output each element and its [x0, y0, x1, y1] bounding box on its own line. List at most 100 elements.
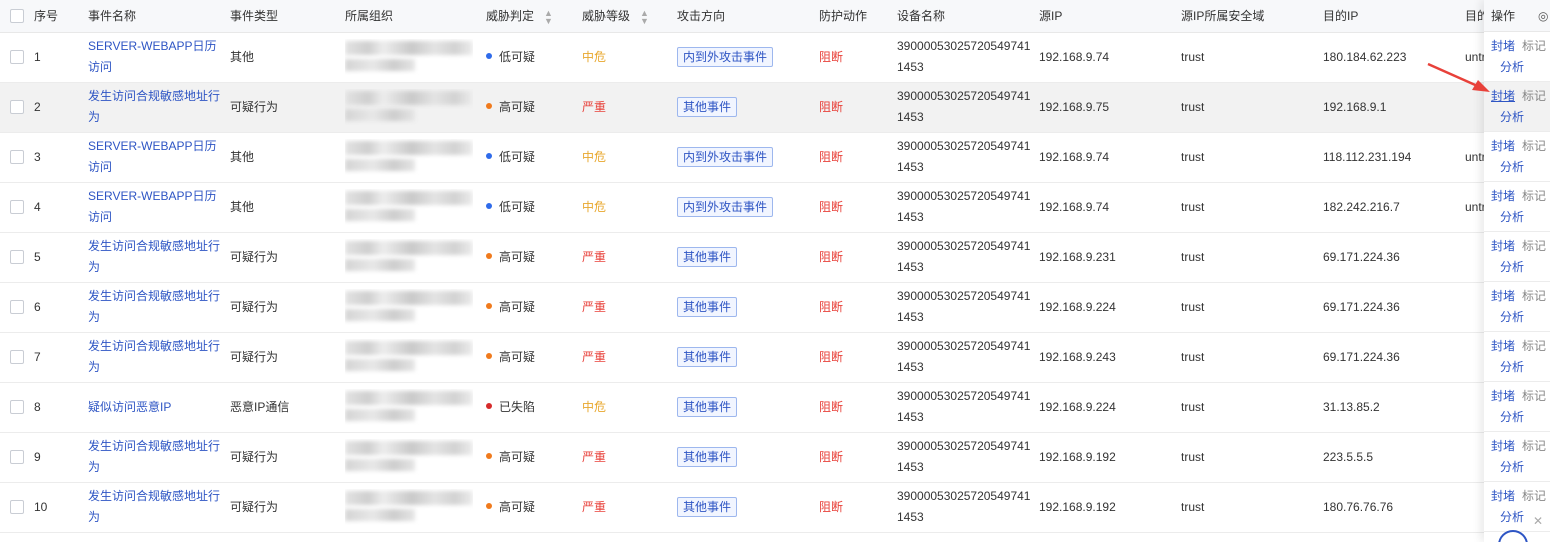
row-checkbox[interactable] — [10, 450, 24, 465]
event-name-link[interactable]: 发生访问合规敏感地址行为 — [88, 286, 228, 328]
block-button[interactable]: 封堵 — [1491, 489, 1515, 503]
block-button[interactable]: 封堵 — [1491, 89, 1515, 103]
close-icon[interactable]: ✕ — [1533, 511, 1543, 532]
row-checkbox[interactable] — [10, 500, 24, 515]
row-checkbox[interactable] — [10, 300, 24, 315]
row-checkbox-cell[interactable] — [0, 482, 34, 532]
table-row[interactable]: 3 SERVER-WEBAPP日历访问 其他 低可疑 中危 内到外攻击事件 阻断… — [0, 132, 1550, 182]
analyze-button[interactable]: 分析 — [1491, 107, 1550, 128]
cell-event-type: 可疑行为 — [230, 499, 279, 514]
analyze-button[interactable]: 分析 — [1491, 307, 1550, 328]
ops-cell: 封堵 标记 分析 — [1484, 32, 1550, 82]
cell-event-name[interactable]: SERVER-WEBAPP日历访问 — [88, 132, 230, 182]
table-row[interactable]: 2 发生访问合规敏感地址行为 可疑行为 高可疑 严重 其他事件 阻断 39000… — [0, 82, 1550, 132]
event-name-link[interactable]: 发生访问合规敏感地址行为 — [88, 236, 228, 278]
event-name-link[interactable]: SERVER-WEBAPP日历访问 — [88, 186, 228, 228]
analyze-button[interactable]: 分析 — [1491, 57, 1550, 78]
mark-button[interactable]: 标记 — [1522, 89, 1546, 103]
redacted-org — [345, 189, 473, 225]
row-checkbox[interactable] — [10, 200, 24, 215]
cell-event-name[interactable]: SERVER-WEBAPP日历访问 — [88, 182, 230, 232]
ops-cell: 封堵 标记 分析 — [1484, 82, 1550, 132]
direction-tag: 内到外攻击事件 — [677, 196, 774, 217]
cell-dst-ip: 69.171.224.36 — [1323, 349, 1400, 364]
analyze-button[interactable]: 分析 — [1491, 157, 1550, 178]
row-checkbox-cell[interactable] — [0, 82, 34, 132]
table-row[interactable]: 10 发生访问合规敏感地址行为 可疑行为 高可疑 严重 其他事件 阻断 3900… — [0, 482, 1550, 532]
event-name-link[interactable]: SERVER-WEBAPP日历访问 — [88, 36, 228, 78]
redacted-org — [345, 39, 473, 75]
row-checkbox[interactable] — [10, 400, 24, 415]
table-row[interactable]: 6 发生访问合规敏感地址行为 可疑行为 高可疑 严重 其他事件 阻断 39000… — [0, 282, 1550, 332]
mark-button[interactable]: 标记 — [1522, 439, 1546, 453]
cell-event-name[interactable]: 发生访问合规敏感地址行为 — [88, 232, 230, 282]
cell-threat-judge: 高可疑 — [486, 332, 582, 382]
row-checkbox-cell[interactable] — [0, 182, 34, 232]
ops-header: 操作 ◎ — [1484, 0, 1550, 32]
sort-icon[interactable]: ▲ ▼ — [544, 8, 553, 25]
event-name-link[interactable]: 发生访问合规敏感地址行为 — [88, 486, 228, 528]
row-checkbox-cell[interactable] — [0, 332, 34, 382]
mark-button[interactable]: 标记 — [1522, 39, 1546, 53]
col-header-src-ip: 源IP — [1039, 0, 1181, 33]
mark-button[interactable]: 标记 — [1522, 239, 1546, 253]
cell-event-name[interactable]: 发生访问合规敏感地址行为 — [88, 432, 230, 482]
block-button[interactable]: 封堵 — [1491, 39, 1515, 53]
table-row[interactable]: 4 SERVER-WEBAPP日历访问 其他 低可疑 中危 内到外攻击事件 阻断… — [0, 182, 1550, 232]
block-button[interactable]: 封堵 — [1491, 139, 1515, 153]
analyze-button[interactable]: 分析 — [1491, 207, 1550, 228]
cell-event-name[interactable]: 发生访问合规敏感地址行为 — [88, 482, 230, 532]
table-row[interactable]: 5 发生访问合规敏感地址行为 可疑行为 高可疑 严重 其他事件 阻断 39000… — [0, 232, 1550, 282]
block-button[interactable]: 封堵 — [1491, 239, 1515, 253]
cell-threat-judge: 低可疑 — [486, 182, 582, 232]
analyze-button[interactable]: 分析 — [1491, 407, 1550, 428]
row-checkbox[interactable] — [10, 150, 24, 165]
event-name-link[interactable]: 疑似访问恶意IP — [88, 397, 228, 418]
block-button[interactable]: 封堵 — [1491, 289, 1515, 303]
select-all-checkbox[interactable] — [10, 9, 24, 24]
block-button[interactable]: 封堵 — [1491, 439, 1515, 453]
cell-event-name[interactable]: 疑似访问恶意IP — [88, 382, 230, 432]
row-checkbox-cell[interactable] — [0, 382, 34, 432]
analyze-button[interactable]: 分析 — [1491, 357, 1550, 378]
cell-no: 7 — [34, 349, 41, 364]
row-checkbox-cell[interactable] — [0, 282, 34, 332]
analyze-button[interactable]: 分析 — [1491, 257, 1550, 278]
select-all-cell[interactable] — [0, 0, 34, 33]
analyze-button[interactable]: 分析 — [1491, 457, 1550, 478]
block-button[interactable]: 封堵 — [1491, 339, 1515, 353]
row-checkbox[interactable] — [10, 50, 24, 65]
mark-button[interactable]: 标记 — [1522, 389, 1546, 403]
table-row[interactable]: 9 发生访问合规敏感地址行为 可疑行为 高可疑 严重 其他事件 阻断 39000… — [0, 432, 1550, 482]
mark-button[interactable]: 标记 — [1522, 289, 1546, 303]
event-name-link[interactable]: 发生访问合规敏感地址行为 — [88, 86, 228, 128]
mark-button[interactable]: 标记 — [1522, 339, 1546, 353]
cell-event-name[interactable]: 发生访问合规敏感地址行为 — [88, 82, 230, 132]
table-row[interactable]: 7 发生访问合规敏感地址行为 可疑行为 高可疑 严重 其他事件 阻断 39000… — [0, 332, 1550, 382]
event-name-link[interactable]: 发生访问合规敏感地址行为 — [88, 436, 228, 478]
row-checkbox-cell[interactable] — [0, 132, 34, 182]
col-header-threat-level[interactable]: 威胁等级 ▲ ▼ — [582, 0, 677, 33]
row-checkbox-cell[interactable] — [0, 232, 34, 282]
cell-event-name[interactable]: SERVER-WEBAPP日历访问 — [88, 32, 230, 82]
table-row[interactable]: 8 疑似访问恶意IP 恶意IP通信 已失陷 中危 其他事件 阻断 3900005… — [0, 382, 1550, 432]
row-checkbox-cell[interactable] — [0, 432, 34, 482]
row-checkbox[interactable] — [10, 250, 24, 265]
event-name-link[interactable]: SERVER-WEBAPP日历访问 — [88, 136, 228, 178]
row-checkbox-cell[interactable] — [0, 32, 34, 82]
row-checkbox[interactable] — [10, 100, 24, 115]
col-header-threat-judge[interactable]: 威胁判定 ▲ ▼ — [486, 0, 582, 33]
cell-direction: 内到外攻击事件 — [677, 132, 819, 182]
block-button[interactable]: 封堵 — [1491, 189, 1515, 203]
cell-event-name[interactable]: 发生访问合规敏感地址行为 — [88, 332, 230, 382]
block-button[interactable]: 封堵 — [1491, 389, 1515, 403]
mark-button[interactable]: 标记 — [1522, 189, 1546, 203]
gear-icon[interactable]: ◎ — [1538, 0, 1548, 32]
cell-event-name[interactable]: 发生访问合规敏感地址行为 — [88, 282, 230, 332]
mark-button[interactable]: 标记 — [1522, 139, 1546, 153]
sort-icon[interactable]: ▲ ▼ — [640, 8, 649, 25]
table-row[interactable]: 1 SERVER-WEBAPP日历访问 其他 低可疑 中危 内到外攻击事件 阻断… — [0, 32, 1550, 82]
event-name-link[interactable]: 发生访问合规敏感地址行为 — [88, 336, 228, 378]
row-checkbox[interactable] — [10, 350, 24, 365]
mark-button[interactable]: 标记 — [1522, 489, 1546, 503]
